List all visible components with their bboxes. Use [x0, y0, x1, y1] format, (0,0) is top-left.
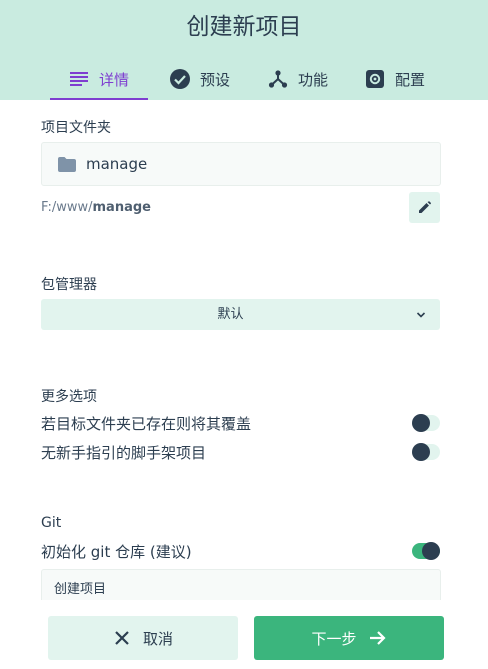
folder-path-name: manage — [92, 200, 151, 215]
close-icon — [113, 629, 131, 647]
list-icon — [69, 69, 89, 89]
arrow-right-icon — [369, 629, 387, 647]
tab-config[interactable]: 配置 — [355, 58, 435, 100]
tab-bar: 详情 预设 功能 配置 — [0, 58, 488, 100]
package-manager-label: 包管理器 — [41, 277, 97, 293]
tab-label: 详情 — [98, 70, 129, 89]
next-label: 下一步 — [311, 629, 357, 648]
folder-name-value: manage — [86, 155, 148, 173]
commit-message-value: 创建项目 — [54, 582, 107, 597]
dialog-header: 创建新项目 详情 预设 功能 配置 — [0, 0, 488, 100]
next-button[interactable]: 下一步 — [254, 616, 444, 660]
fork-icon — [268, 69, 288, 89]
folder-path: F:/www/manage — [41, 200, 151, 215]
folder-label: 项目文件夹 — [41, 120, 111, 136]
option-no-guide-label: 无新手指引的脚手架项目 — [41, 444, 207, 462]
settings-icon — [365, 69, 385, 89]
tab-label: 功能 — [297, 70, 328, 89]
toggle-knob — [412, 443, 430, 461]
git-label: Git — [41, 515, 62, 531]
chevron-down-icon — [416, 309, 426, 319]
package-manager-select[interactable]: 默认 — [41, 299, 440, 330]
overwrite-toggle[interactable] — [412, 414, 440, 432]
folder-name-input[interactable]: manage — [41, 142, 441, 186]
edit-path-button[interactable] — [409, 192, 440, 223]
tab-label: 预设 — [199, 70, 230, 89]
git-init-label: 初始化 git 仓库 (建议) — [41, 543, 192, 561]
toggle-knob — [422, 542, 440, 560]
cancel-button[interactable]: 取消 — [48, 616, 238, 660]
check-circle-icon — [169, 69, 190, 89]
git-init-toggle[interactable] — [412, 542, 440, 560]
tab-features[interactable]: 功能 — [258, 58, 338, 100]
folder-icon — [58, 156, 76, 172]
tab-presets[interactable]: 预设 — [160, 58, 240, 100]
package-manager-value: 默认 — [217, 307, 244, 322]
more-options-label: 更多选项 — [41, 389, 97, 405]
tab-label: 配置 — [394, 70, 425, 89]
toggle-knob — [412, 414, 430, 432]
tab-details[interactable]: 详情 — [50, 58, 148, 100]
no-guide-toggle[interactable] — [412, 443, 440, 461]
cancel-label: 取消 — [142, 629, 173, 648]
pencil-icon — [418, 198, 431, 217]
folder-path-prefix: F:/www/ — [41, 200, 93, 215]
page-title: 创建新项目 — [186, 14, 302, 40]
option-overwrite-label: 若目标文件夹已存在则将其覆盖 — [41, 415, 252, 433]
